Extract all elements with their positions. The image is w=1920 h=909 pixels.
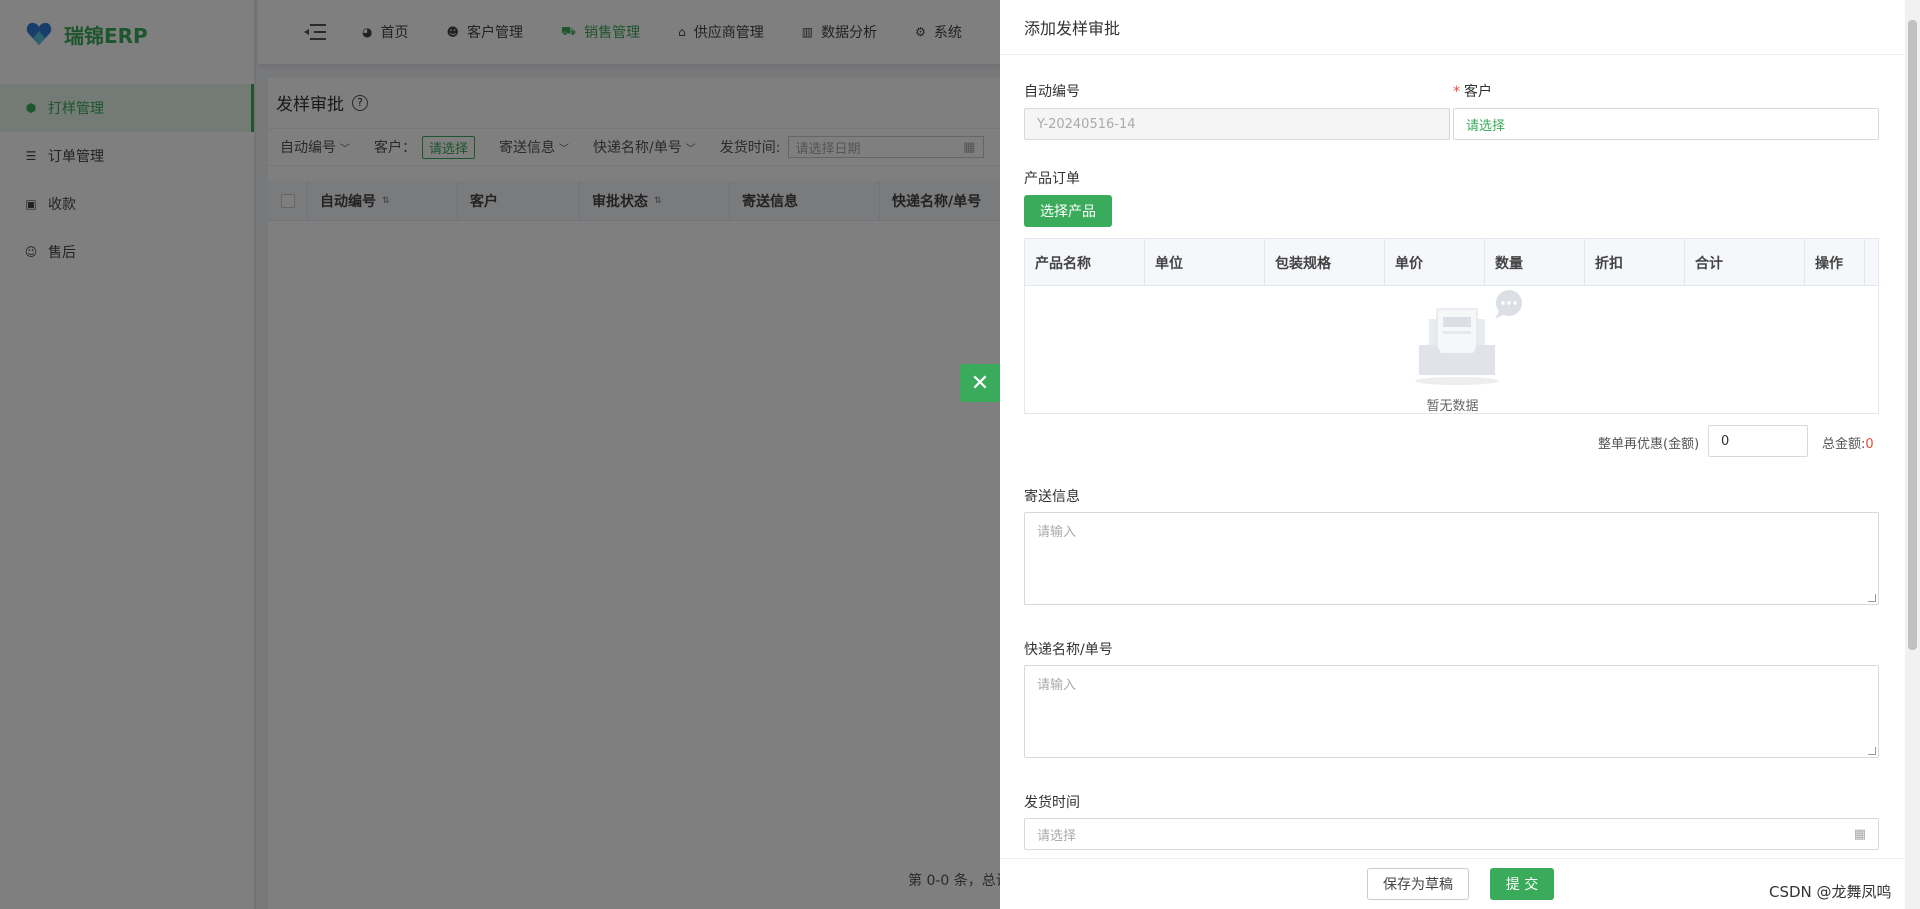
drawer-title: 添加发样审批 xyxy=(1000,0,1920,55)
column-header: 数量 xyxy=(1485,239,1585,286)
column-header: 单价 xyxy=(1385,239,1485,286)
column-header: 操作 xyxy=(1805,239,1865,286)
column-header: 折扣 xyxy=(1585,239,1685,286)
discount-label: 整单再优惠(金额) xyxy=(1598,437,1700,452)
customer-select[interactable]: 请选择 xyxy=(1453,108,1879,140)
shipping-info-textarea[interactable]: 请输入 xyxy=(1024,512,1879,605)
select-product-button[interactable]: 选择产品 xyxy=(1024,195,1112,227)
empty-text: 暂无数据 xyxy=(1426,399,1479,414)
column-header: 合计 xyxy=(1685,239,1805,286)
column-header: 产品名称 xyxy=(1025,239,1145,286)
product-table: 产品名称 单位 包装规格 单价 数量 折扣 合计 操作 暂无数据 xyxy=(1024,238,1879,414)
save-draft-button[interactable]: 保存为草稿 xyxy=(1367,868,1469,900)
column-header: 包装规格 xyxy=(1265,239,1385,286)
submit-button[interactable]: 提 交 xyxy=(1490,868,1554,900)
auto-no-field: Y-20240516-14 xyxy=(1024,108,1450,140)
auto-no-label: 自动编号 xyxy=(1024,84,1080,100)
resize-handle-icon[interactable] xyxy=(1868,594,1876,602)
ship-time-label: 发货时间 xyxy=(1024,795,1080,811)
product-table-header: 产品名称 单位 包装规格 单价 数量 折扣 合计 操作 xyxy=(1025,239,1878,286)
shipping-info-label: 寄送信息 xyxy=(1024,489,1080,505)
scrollbar[interactable] xyxy=(1905,0,1920,909)
total-amount-value: 0 xyxy=(1865,437,1874,452)
express-label: 快递名称/单号 xyxy=(1024,642,1113,658)
resize-handle-icon[interactable] xyxy=(1868,747,1876,755)
express-textarea[interactable]: 请输入 xyxy=(1024,665,1879,758)
calendar-icon: ▦ xyxy=(1853,826,1866,842)
scrollbar-thumb[interactable] xyxy=(1908,20,1917,650)
customer-label: * 客户 xyxy=(1453,84,1492,100)
add-sample-drawer: 添加发样审批 自动编号 Y-20240516-14 * 客户 请选择 产品订单 选… xyxy=(1000,0,1920,909)
discount-input[interactable]: 0 xyxy=(1708,425,1808,457)
total-amount: 总金额:0 xyxy=(1822,437,1874,452)
watermark: CSDN @龙舞凤鸣 xyxy=(1769,883,1892,901)
column-header: 单位 xyxy=(1145,239,1265,286)
close-icon[interactable]: ✕ xyxy=(960,364,1000,402)
empty-inbox-icon xyxy=(1415,290,1522,385)
ship-time-picker[interactable]: 请选择 ▦ xyxy=(1024,818,1879,850)
product-order-label: 产品订单 xyxy=(1024,171,1080,187)
